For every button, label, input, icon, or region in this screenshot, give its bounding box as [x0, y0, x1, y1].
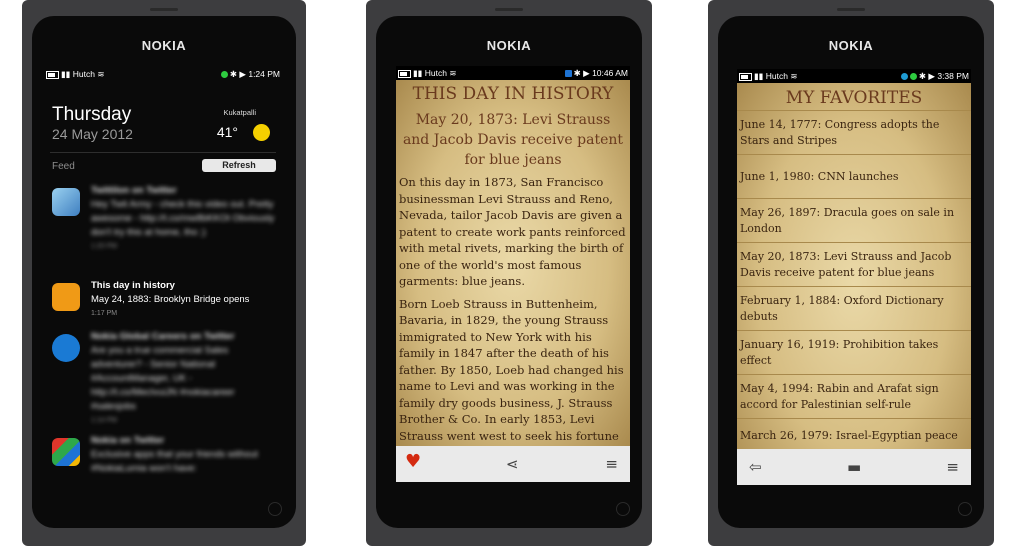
phone-history: NOKIA ▮▮ Hutch ≋ ✱ ▶ 10:46 AM THIS DAY I…: [366, 0, 652, 546]
back-icon[interactable]: ⇦: [749, 459, 762, 475]
favorite-item[interactable]: May 4, 1994: Rabin and Arafat sign accor…: [737, 375, 971, 419]
share-icon[interactable]: ⋖: [506, 456, 519, 472]
phone-favorites: NOKIA ▮▮ Hutch ≋ ✱ ▶ 3:38 PM MY FAVORITE…: [708, 0, 994, 546]
status-bar: ▮▮ Hutch ≋ ✱ ▶ 10:46 AM: [396, 67, 630, 81]
clock: 10:46 AM: [592, 68, 628, 78]
home-button[interactable]: [958, 502, 972, 516]
nokia-careers-icon: [52, 334, 80, 362]
wifi-icon: ≋: [449, 68, 457, 78]
feed-item-time: 1:14 PM: [91, 417, 118, 424]
feed-item-text: May 24, 1883: Brooklyn Bridge opens: [91, 294, 250, 305]
favorites-screen: ▮▮ Hutch ≋ ✱ ▶ 3:38 PM MY FAVORITES June…: [737, 69, 971, 485]
favorite-item[interactable]: June 14, 1777: Congress adopts the Stars…: [737, 111, 971, 155]
feed-item-time: 1:20 PM: [91, 243, 118, 250]
bluetooth-icon: ✱: [229, 69, 238, 79]
history-paragraph: Born Loeb Strauss in Buttenheim, Bavaria…: [399, 296, 624, 447]
history-headline: May 20, 1873: Levi Strauss and Jacob Dav…: [402, 112, 624, 168]
feed-item[interactable]: This day in history May 24, 1883: Brookl…: [52, 279, 276, 337]
feed-item-title: This day in history: [91, 280, 175, 291]
menu-icon[interactable]: ≡: [605, 456, 618, 472]
divider: [50, 152, 276, 153]
online-status-icon: [220, 71, 228, 79]
battery-icon: [398, 69, 411, 78]
brand-logo: NOKIA: [828, 38, 874, 53]
feed-item-title: Twittilon on Twitter: [91, 185, 177, 196]
online-status-icon: [909, 73, 917, 81]
favorite-item[interactable]: January 16, 1919: Prohibition takes effe…: [737, 331, 971, 375]
favorite-item[interactable]: June 1, 1980: CNN launches: [737, 155, 971, 199]
home-screen: ▮▮ Hutch ≋ ✱ ▶ 1:24 PM Thursday 24 May 2…: [44, 64, 282, 489]
twitter-app-icon: [52, 188, 80, 216]
status-bar: ▮▮ Hutch ≋ ✱ ▶ 3:38 PM: [737, 70, 971, 84]
favorites-paper: MY FAVORITES June 14, 1777: Congress ado…: [737, 83, 971, 485]
wifi-icon: ≋: [97, 69, 105, 79]
feed-label: Feed: [52, 161, 75, 172]
feed-item[interactable]: Nokia on Twitter Exclusive apps that you…: [52, 434, 276, 489]
signal-icon: ▮▮: [413, 68, 423, 78]
history-screen: ▮▮ Hutch ≋ ✱ ▶ 10:46 AM THIS DAY IN HIST…: [396, 66, 630, 482]
clock: 1:24 PM: [248, 69, 280, 79]
bluetooth-icon: ✱: [918, 71, 927, 81]
refresh-button[interactable]: Refresh: [202, 159, 276, 172]
toolbar: ⇦ ▬ ≡: [737, 449, 971, 485]
status-bar: ▮▮ Hutch ≋ ✱ ▶ 1:24 PM: [44, 68, 282, 82]
trash-icon[interactable]: ▬: [847, 459, 861, 475]
home-button[interactable]: [616, 502, 630, 516]
signal-icon: ▮▮: [61, 69, 71, 79]
favorite-item[interactable]: May 20, 1873: Levi Strauss and Jacob Dav…: [737, 243, 971, 287]
nokia-app-icon: [52, 438, 80, 466]
feed-item-text: Are you a true commercial Sales adventur…: [91, 345, 235, 412]
menu-icon[interactable]: ≡: [946, 459, 959, 475]
phone-home: NOKIA ▮▮ Hutch ≋ ✱ ▶ 1:24 PM Thursday 24…: [22, 0, 306, 546]
app-status-icon: [564, 70, 572, 78]
speaker: [495, 8, 523, 11]
history-paragraph: On this day in 1873, San Francisco busin…: [399, 175, 626, 288]
wifi-icon: ≋: [790, 71, 798, 81]
weather-temperature: 41°: [216, 124, 238, 140]
feed-item[interactable]: Nokia Global Careers on Twitter Are you …: [52, 330, 276, 424]
brand-logo: NOKIA: [486, 38, 532, 53]
feed-item-text: Hey Twit Army - check this video out. Pr…: [91, 199, 275, 238]
feed-item[interactable]: Twittilon on Twitter Hey Twit Army - che…: [52, 184, 276, 250]
feed-item-title: Nokia on Twitter: [91, 435, 165, 446]
weather-city: Kukatpalli: [223, 108, 256, 117]
feed-item-time: 1:17 PM: [91, 310, 118, 317]
signal-icon: ▮▮: [754, 71, 764, 81]
favorite-item[interactable]: May 26, 1897: Dracula goes on sale in Lo…: [737, 199, 971, 243]
play-icon: ▶: [928, 71, 935, 81]
heart-icon[interactable]: ♥: [405, 453, 421, 471]
carrier-label: Hutch: [424, 68, 447, 78]
date: 24 May 2012: [52, 126, 133, 142]
screen-title: MY FAVORITES: [737, 88, 971, 111]
screen-title: THIS DAY IN HISTORY: [412, 84, 614, 104]
weekday: Thursday: [52, 104, 132, 125]
carrier-label: Hutch: [72, 69, 95, 79]
history-paper: THIS DAY IN HISTORY May 20, 1873: Levi S…: [396, 80, 630, 446]
play-icon: ▶: [239, 69, 246, 79]
play-icon: ▶: [583, 68, 590, 78]
home-button[interactable]: [268, 502, 282, 516]
clock: 3:38 PM: [937, 71, 969, 81]
feed-item-text: Exclusive apps that your friends without…: [91, 449, 258, 474]
battery-icon: [46, 70, 59, 79]
history-app-icon: [52, 283, 80, 311]
app-status-icon: [900, 73, 908, 81]
speaker: [150, 8, 178, 11]
toolbar: ♥ ⋖ ≡: [396, 446, 630, 482]
brand-logo: NOKIA: [141, 38, 187, 53]
bluetooth-icon: ✱: [573, 68, 581, 78]
battery-icon: [739, 72, 752, 81]
feed-item-title: Nokia Global Careers on Twitter: [91, 331, 235, 342]
sun-icon: [253, 124, 270, 141]
favorite-item[interactable]: March 26, 1979: Israel-Egyptian peace: [737, 419, 971, 453]
speaker: [837, 8, 865, 11]
favorite-item[interactable]: February 1, 1884: Oxford Dictionary debu…: [737, 287, 971, 331]
carrier-label: Hutch: [765, 71, 788, 81]
